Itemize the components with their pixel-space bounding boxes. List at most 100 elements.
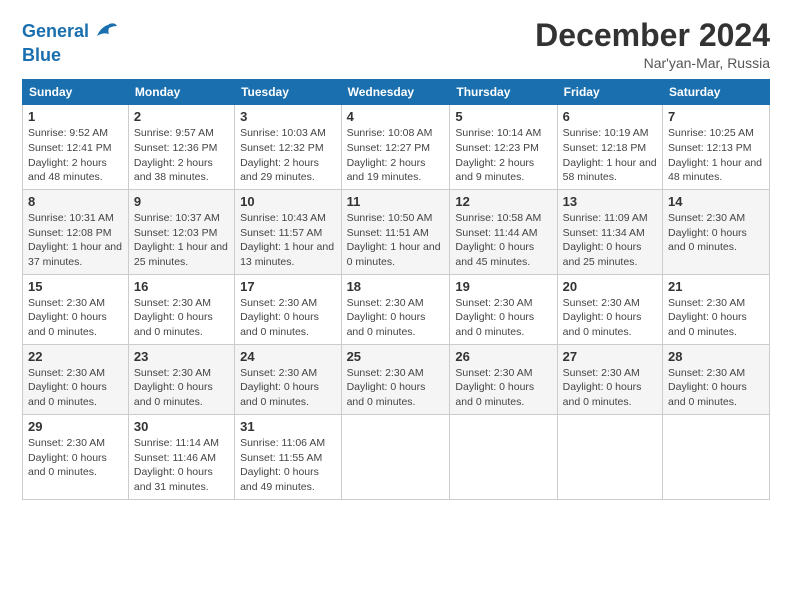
table-row: 8 Sunrise: 10:31 AM Sunset: 12:08 PM Dayl… [23,189,129,274]
table-row: 24 Sunset: 2:30 AM Daylight: 0 hours and … [235,344,341,414]
table-row: 31 Sunrise: 11:06 AM Sunset: 11:55 AM Day… [235,414,341,499]
table-row: 3Sunrise: 10:03 AM Sunset: 12:32 PM Dayl… [235,105,341,190]
day-number: 15 [28,279,123,294]
day-number: 1 [28,109,123,124]
day-number: 2 [134,109,229,124]
table-row: 13Sunrise: 11:09 AM Sunset: 11:34 AM Day… [557,189,662,274]
day-info: Sunset: 2:30 AM Daylight: 0 hours and 0 … [668,211,764,255]
table-row: 20Sunset: 2:30 AM Daylight: 0 hours and … [557,274,662,344]
location-subtitle: Nar'yan-Mar, Russia [535,55,770,71]
logo-text: General [22,22,89,42]
table-row: 15 Sunset: 2:30 AM Daylight: 0 hours and … [23,274,129,344]
day-info: Sunrise: 11:06 AM Sunset: 11:55 AM Dayli… [240,436,335,495]
day-info: Sunset: 2:30 AM Daylight: 0 hours and 0 … [134,296,229,340]
table-row: 17Sunset: 2:30 AM Daylight: 0 hours and … [235,274,341,344]
col-monday: Monday [128,80,234,105]
day-info: Sunrise: 10:43 AM Sunset: 11:57 AM Dayli… [240,211,335,270]
day-number: 28 [668,349,764,364]
day-number: 24 [240,349,335,364]
calendar-week-row: 29Sunset: 2:30 AM Daylight: 0 hours and … [23,414,770,499]
day-number: 26 [455,349,551,364]
table-row: 5Sunrise: 10:14 AM Sunset: 12:23 PM Dayl… [450,105,557,190]
calendar-week-row: 8 Sunrise: 10:31 AM Sunset: 12:08 PM Dayl… [23,189,770,274]
logo: General Blue [22,18,119,66]
day-info: Sunrise: 10:31 AM Sunset: 12:08 PM Dayli… [28,211,123,270]
calendar-header-row: Sunday Monday Tuesday Wednesday Thursday… [23,80,770,105]
table-row: 23Sunset: 2:30 AM Daylight: 0 hours and … [128,344,234,414]
day-number: 14 [668,194,764,209]
day-info: Sunrise: 11:14 AM Sunset: 11:46 AM Dayli… [134,436,229,495]
day-number: 31 [240,419,335,434]
col-friday: Friday [557,80,662,105]
day-info: Sunset: 2:30 AM Daylight: 0 hours and 0 … [240,366,335,410]
day-number: 20 [563,279,657,294]
day-number: 10 [240,194,335,209]
day-info: Sunrise: 10:50 AM Sunset: 11:51 AM Dayli… [347,211,445,270]
calendar-week-row: 22 Sunset: 2:30 AM Daylight: 0 hours and … [23,344,770,414]
table-row [450,414,557,499]
day-info: Sunrise: 9:52 AM Sunset: 12:41 PM Daylig… [28,126,123,185]
day-number: 21 [668,279,764,294]
day-info: Sunrise: 10:37 AM Sunset: 12:03 PM Dayli… [134,211,229,270]
day-number: 6 [563,109,657,124]
table-row: 12Sunrise: 10:58 AM Sunset: 11:44 AM Day… [450,189,557,274]
day-info: Sunrise: 9:57 AM Sunset: 12:36 PM Daylig… [134,126,229,185]
day-number: 16 [134,279,229,294]
day-info: Sunrise: 11:09 AM Sunset: 11:34 AM Dayli… [563,211,657,270]
day-info: Sunset: 2:30 AM Daylight: 0 hours and 0 … [455,296,551,340]
col-thursday: Thursday [450,80,557,105]
col-saturday: Saturday [663,80,770,105]
day-info: Sunrise: 10:25 AM Sunset: 12:13 PM Dayli… [668,126,764,185]
day-number: 3 [240,109,335,124]
table-row: 14 Sunset: 2:30 AM Daylight: 0 hours and … [663,189,770,274]
calendar-table: Sunday Monday Tuesday Wednesday Thursday… [22,79,770,499]
page: General Blue December 2024 Nar'yan-Mar, … [0,0,792,612]
table-row: 21 Sunset: 2:30 AM Daylight: 0 hours and … [663,274,770,344]
day-number: 4 [347,109,445,124]
day-number: 7 [668,109,764,124]
table-row: 25 Sunset: 2:30 AM Daylight: 0 hours and … [341,344,450,414]
table-row [341,414,450,499]
table-row: 9 Sunrise: 10:37 AM Sunset: 12:03 PM Dayl… [128,189,234,274]
day-info: Sunset: 2:30 AM Daylight: 0 hours and 0 … [347,296,445,340]
day-number: 27 [563,349,657,364]
table-row: 29Sunset: 2:30 AM Daylight: 0 hours and … [23,414,129,499]
day-info: Sunset: 2:30 AM Daylight: 0 hours and 0 … [134,366,229,410]
day-info: Sunset: 2:30 AM Daylight: 0 hours and 0 … [28,436,123,480]
day-info: Sunset: 2:30 AM Daylight: 0 hours and 0 … [668,366,764,410]
day-number: 11 [347,194,445,209]
day-number: 25 [347,349,445,364]
table-row [557,414,662,499]
calendar-week-row: 1 Sunrise: 9:52 AM Sunset: 12:41 PM Dayli… [23,105,770,190]
header: General Blue December 2024 Nar'yan-Mar, … [22,18,770,71]
day-info: Sunset: 2:30 AM Daylight: 0 hours and 0 … [28,296,123,340]
day-number: 8 [28,194,123,209]
table-row: 6 Sunrise: 10:19 AM Sunset: 12:18 PM Dayl… [557,105,662,190]
table-row: 22Sunset: 2:30 AM Daylight: 0 hours and … [23,344,129,414]
day-info: Sunset: 2:30 AM Daylight: 0 hours and 0 … [563,366,657,410]
table-row: 18 Sunset: 2:30 AM Daylight: 0 hours and … [341,274,450,344]
day-info: Sunset: 2:30 AM Daylight: 0 hours and 0 … [668,296,764,340]
table-row: 28 Sunset: 2:30 AM Daylight: 0 hours and … [663,344,770,414]
table-row: 10 Sunrise: 10:43 AM Sunset: 11:57 AM Day… [235,189,341,274]
day-info: Sunrise: 10:58 AM Sunset: 11:44 AM Dayli… [455,211,551,270]
table-row: 1 Sunrise: 9:52 AM Sunset: 12:41 PM Dayli… [23,105,129,190]
col-wednesday: Wednesday [341,80,450,105]
col-tuesday: Tuesday [235,80,341,105]
table-row [663,414,770,499]
day-number: 18 [347,279,445,294]
month-title: December 2024 [535,18,770,53]
day-number: 22 [28,349,123,364]
table-row: 7 Sunrise: 10:25 AM Sunset: 12:13 PM Dayl… [663,105,770,190]
col-sunday: Sunday [23,80,129,105]
table-row: 11 Sunrise: 10:50 AM Sunset: 11:51 AM Day… [341,189,450,274]
calendar-week-row: 15 Sunset: 2:30 AM Daylight: 0 hours and … [23,274,770,344]
day-info: Sunset: 2:30 AM Daylight: 0 hours and 0 … [455,366,551,410]
day-info: Sunset: 2:30 AM Daylight: 0 hours and 0 … [347,366,445,410]
day-info: Sunset: 2:30 AM Daylight: 0 hours and 0 … [240,296,335,340]
day-info: Sunrise: 10:08 AM Sunset: 12:27 PM Dayli… [347,126,445,185]
day-info: Sunrise: 10:19 AM Sunset: 12:18 PM Dayli… [563,126,657,185]
table-row: 30Sunrise: 11:14 AM Sunset: 11:46 AM Day… [128,414,234,499]
day-number: 9 [134,194,229,209]
day-number: 19 [455,279,551,294]
